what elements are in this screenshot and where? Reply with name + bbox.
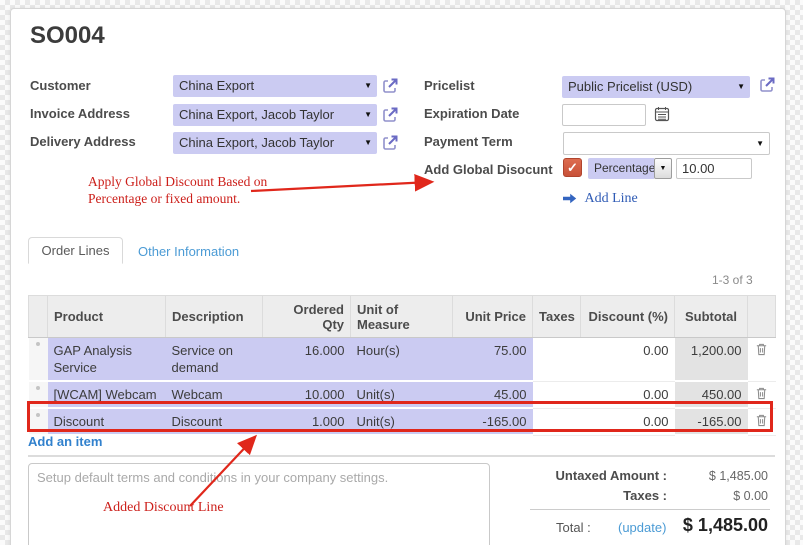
chevron-down-icon: ▼: [364, 132, 372, 154]
table-header-row: Product Description Ordered Qty Unit of …: [29, 296, 776, 338]
tab-other-information[interactable]: Other Information: [138, 244, 239, 259]
payment-term-select[interactable]: ▼: [563, 132, 770, 155]
tab-order-lines-label: Order Lines: [42, 243, 110, 258]
header-product: Product: [48, 296, 166, 338]
delivery-address-value: China Export, Jacob Taylor: [179, 135, 334, 150]
annotation-global-discount: Apply Global Discount Based on Percentag…: [88, 173, 267, 207]
terms-and-conditions-input[interactable]: Setup default terms and conditions in yo…: [28, 463, 490, 545]
cell-price[interactable]: 75.00: [453, 338, 533, 382]
discount-type-select[interactable]: Percentage: [588, 158, 654, 179]
expiration-date-label: Expiration Date: [424, 106, 519, 121]
terms-placeholder: Setup default terms and conditions in yo…: [29, 464, 489, 491]
external-link-icon[interactable]: [381, 77, 399, 95]
totals-divider: [530, 509, 770, 510]
trash-icon: [755, 342, 768, 356]
pricelist-label: Pricelist: [424, 78, 475, 93]
global-discount-label: Add Global Disocunt: [424, 162, 553, 177]
tab-other-information-label: Other Information: [138, 244, 239, 259]
customer-label: Customer: [30, 78, 91, 93]
global-discount-checkbox[interactable]: ✓: [563, 158, 582, 177]
add-line-link[interactable]: Add Line: [563, 190, 638, 208]
header-unit-price: Unit Price: [453, 296, 533, 338]
delivery-address-label: Delivery Address: [30, 134, 136, 149]
trash-icon: [755, 386, 768, 400]
header-ordered-qty: Ordered Qty: [263, 296, 351, 338]
invoice-address-value: China Export, Jacob Taylor: [179, 107, 334, 122]
arrow-right-icon: [563, 193, 577, 204]
external-link-icon[interactable]: [381, 134, 399, 152]
header-taxes: Taxes: [533, 296, 581, 338]
header-unit-of-measure: Unit of Measure: [351, 296, 453, 338]
header-actions: [748, 296, 776, 338]
cell-taxes[interactable]: [533, 338, 581, 382]
table-row[interactable]: GAP Analysis Service Service on demand 1…: [29, 338, 776, 382]
chevron-down-icon: ▼: [364, 75, 372, 97]
chevron-down-icon: ▼: [364, 104, 372, 126]
delivery-address-select[interactable]: China Export, Jacob Taylor ▼: [173, 132, 377, 154]
cell-uom[interactable]: Hour(s): [351, 338, 453, 382]
chevron-down-icon: ▼: [756, 133, 764, 155]
annotation-line-2: Percentage or fixed amount.: [88, 190, 267, 207]
add-an-item-link[interactable]: Add an item: [28, 434, 102, 449]
expiration-date-input[interactable]: [562, 104, 646, 126]
cell-description[interactable]: Service on demand: [166, 338, 263, 382]
delete-row-button[interactable]: [748, 338, 776, 382]
annotation-added-discount-line: Added Discount Line: [103, 499, 224, 516]
external-link-icon[interactable]: [758, 76, 776, 94]
invoice-address-select[interactable]: China Export, Jacob Taylor ▼: [173, 104, 377, 126]
taxes-value: $ 0.00: [600, 489, 768, 503]
header-description: Description: [166, 296, 263, 338]
customer-value: China Export: [179, 78, 254, 93]
add-line-label: Add Line: [584, 191, 637, 206]
annotation-line-1: Apply Global Discount Based on: [88, 173, 267, 190]
header-handle: [29, 296, 48, 338]
untaxed-amount-value: $ 1,485.00: [600, 469, 768, 483]
calendar-icon[interactable]: [654, 106, 670, 122]
total-label: Total :: [556, 520, 591, 535]
discount-type-value: Percentage: [594, 161, 655, 175]
check-icon: ✓: [567, 160, 578, 175]
drag-dot-icon: [36, 386, 40, 390]
page-title: SO004: [30, 22, 105, 50]
cell-product[interactable]: GAP Analysis Service: [48, 338, 166, 382]
header-discount: Discount (%): [581, 296, 675, 338]
external-link-icon[interactable]: [381, 106, 399, 124]
discount-amount-value: 10.00: [682, 161, 715, 176]
cell-qty[interactable]: 16.000: [263, 338, 351, 382]
drag-dot-icon: [36, 342, 40, 346]
invoice-address-label: Invoice Address: [30, 106, 130, 121]
header-subtotal: Subtotal: [675, 296, 748, 338]
chevron-down-icon: ▼: [737, 76, 745, 98]
tab-order-lines[interactable]: Order Lines: [28, 237, 123, 264]
chevron-down-icon: ▼: [660, 165, 667, 172]
discount-type-dropdown-button[interactable]: ▼: [654, 158, 672, 179]
drag-handle[interactable]: [29, 338, 48, 382]
payment-term-label: Payment Term: [424, 134, 513, 149]
customer-select[interactable]: China Export ▼: [173, 75, 377, 97]
pager[interactable]: 1-3 of 3: [712, 273, 753, 287]
section-divider: [28, 455, 775, 457]
cell-subtotal: 1,200.00: [675, 338, 748, 382]
total-value: $ 1,485.00: [600, 515, 768, 536]
discount-amount-input[interactable]: 10.00: [676, 158, 752, 179]
pricelist-value: Public Pricelist (USD): [568, 79, 692, 94]
discount-row-highlight: [27, 401, 773, 432]
cell-discount[interactable]: 0.00: [581, 338, 675, 382]
pricelist-select[interactable]: Public Pricelist (USD) ▼: [562, 76, 750, 98]
